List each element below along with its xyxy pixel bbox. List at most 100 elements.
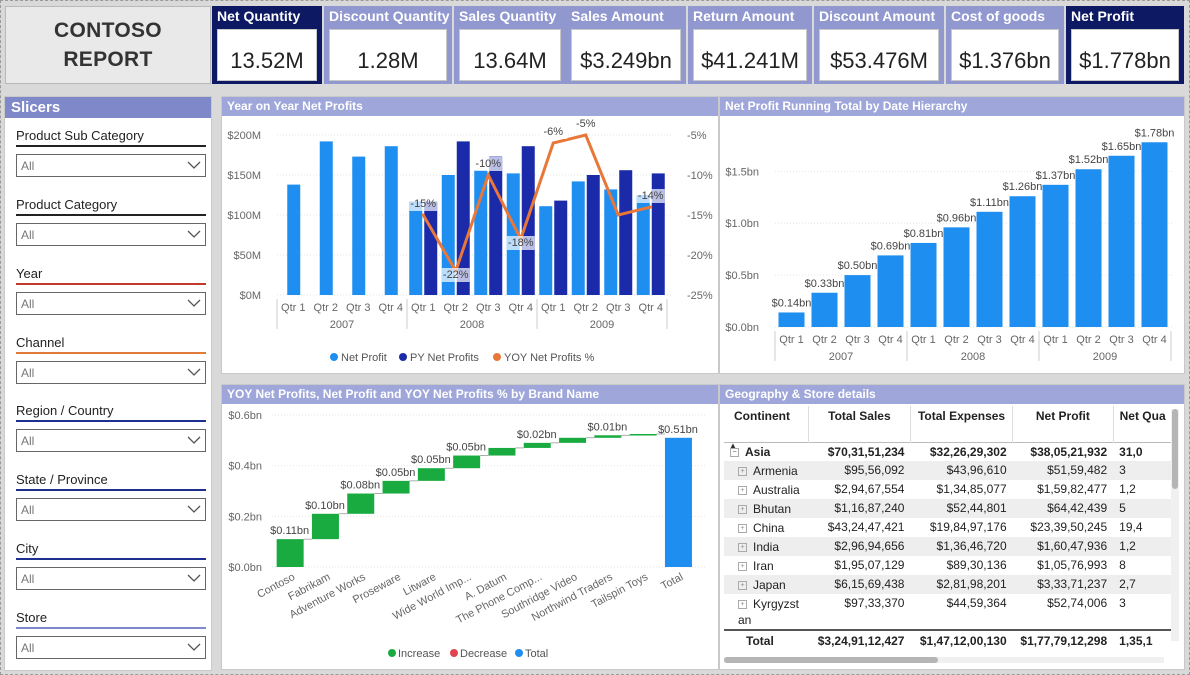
kpi-card-discount-amount[interactable]: Discount Amount $53.476M [814,6,944,84]
chevron-down-icon[interactable] [187,436,201,445]
bar-running-total [976,211,1003,327]
slicer-dropdown[interactable]: All [16,636,206,659]
chevron-down-icon[interactable] [187,574,201,583]
bar-running-total [1042,184,1069,327]
table-row[interactable]: + Japan $6,15,69,438 $2,81,98,201 $3,33,71,2… [724,574,1172,594]
chevron-down-icon[interactable] [187,643,201,652]
slicer-underline [16,627,206,629]
y2-tick-label: -5% [687,130,707,142]
chevron-down-icon[interactable] [187,368,201,377]
chevron-down-icon[interactable] [187,230,201,239]
data-label: $0.33bn [805,278,845,290]
expand-icon[interactable]: + [738,542,747,552]
data-label: -14% [638,190,664,202]
legend-label: Increase [398,648,440,660]
table-row[interactable]: + India $2,96,94,656 $1,36,46,720 $1,60,47,9… [724,536,1172,556]
kpi-card-return-amount[interactable]: Return Amount $41.241M [688,6,812,84]
table-row[interactable]: + Kyrgyzst an $97,33,370 $44,59,364 $52,74,0… [724,594,1172,630]
legend-label: PY Net Profits [410,352,479,364]
expand-icon[interactable]: + [738,504,747,514]
brand-waterfall-chart[interactable]: $0.0bn$0.2bn$0.4bn$0.6bn$0.11bnContoso$0… [222,405,718,669]
slicer-label: Store [16,610,48,625]
row-value-cell: $52,44,801 [946,500,1007,515]
bar-net-profit [539,206,553,295]
panel-yoy-net-profits: Year on Year Net Profits $0M $50M $100M $15… [221,96,719,374]
vertical-scrollbar[interactable] [1171,409,1179,641]
column-header-net-quantity[interactable]: Net Qua [1113,406,1172,442]
y2-tick-label: -10% [687,170,713,182]
row-name-cell: + Armenia [724,461,808,480]
sort-asc-icon[interactable]: ▲ [729,441,737,450]
bar-py-net-profit [619,170,633,295]
total-label: Total [746,634,774,648]
table-row[interactable]: + Australia $2,94,67,554 $1,34,85,077 $1,59,… [724,480,1172,499]
panel-geography: Geography & Store details Continent ▲ Tot… [719,384,1185,670]
table-row[interactable]: + Armenia $95,56,092 $43,96,610 $51,59,482 3 [724,460,1172,480]
table-row[interactable]: + Bhutan $1,16,87,240 $52,44,801 $64,42,439 5 [724,498,1172,518]
expand-icon[interactable]: + [738,561,747,571]
horizontal-scrollbar-thumb[interactable] [724,657,938,663]
kpi-card-sales-amount[interactable]: Sales Amount $3.249bn [566,6,686,84]
bar-running-total [778,312,805,327]
column-header-total-sales[interactable]: Total Sales [808,406,911,442]
geo-table-viewport: Continent ▲ Total Sales Total Expenses Ne… [724,406,1172,674]
kpi-card-cost-of-goods[interactable]: Cost of goods $1.376bn [946,6,1064,84]
slicer-dropdown[interactable]: All [16,567,206,590]
vertical-scrollbar-thumb[interactable] [1172,409,1178,489]
legend-marker [493,353,501,361]
slicer-dropdown[interactable]: All [16,292,206,315]
x-tick-label: Qtr 2 [944,334,968,346]
column-header-net-profit[interactable]: Net Profit [1012,406,1114,442]
table-row[interactable]: + Iran $1,95,07,129 $89,30,136 $1,05,76,993 8 [724,556,1172,575]
column-header-total-expenses[interactable]: Total Expenses [910,406,1014,442]
kpi-card-net-quantity[interactable]: Net Quantity 13.52M [212,6,322,84]
slicer-region-country: Region / Country All [16,403,206,452]
row-value-cell: $44,59,364 [946,595,1007,610]
slicer-label: State / Province [16,472,108,487]
chevron-down-icon[interactable] [187,505,201,514]
expand-icon[interactable]: + [738,485,747,495]
row-value-cell: $2,81,98,201 [936,576,1007,591]
bar-net-profit [352,156,366,295]
slicer-dropdown[interactable]: All [16,154,206,177]
bar-net-profit [319,141,333,295]
row-value-cell: $43,24,47,421 [827,519,905,534]
slicer-dropdown[interactable]: All [16,498,206,521]
table-row[interactable]: + China $43,24,47,421 $19,84,97,176 $23,39,5… [724,518,1172,537]
table-total-row: Total $3,24,91,12,427 $1,47,12,00,130 $1,77… [724,629,1172,652]
column-header-continent[interactable]: Continent ▲ [724,406,809,450]
row-value-cell: $23,39,50,245 [1030,519,1108,534]
kpi-card-discount-quantity[interactable]: Discount Quantity 1.28M [324,6,452,84]
x-tick-label: Qtr 3 [476,302,500,314]
chevron-down-icon[interactable] [187,299,201,308]
kpi-value: $53.476M [819,29,939,81]
kpi-value: $41.241M [693,29,807,81]
slicer-dropdown[interactable]: All [16,223,206,246]
slicer-selected-value: All [21,434,35,448]
x-tick-label: Qtr 1 [281,302,305,314]
y-tick-label: $1.0bn [725,218,759,230]
x-group-label: 2007 [829,351,853,363]
kpi-label: Sales Quantity [459,8,557,24]
group-value: $32,26,29,302 [929,444,1007,459]
expand-icon[interactable]: + [738,580,747,590]
running-total-chart[interactable]: $0.0bn $0.5bn $1.0bn $1.5bn $0.14bn Qtr 1 $0.3… [720,117,1184,373]
expand-icon[interactable]: + [738,523,747,533]
expand-icon[interactable]: + [738,599,747,609]
bar-running-total [1009,196,1036,327]
kpi-card-sales-quantity[interactable]: Sales Quantity 13.64M [454,6,566,84]
x-group-label: 2008 [961,351,985,363]
slicer-dropdown[interactable]: All [16,361,206,384]
slicer-dropdown[interactable]: All [16,429,206,452]
slicer-product-category: Product Category All [16,197,206,246]
kpi-card-net-profit[interactable]: Net Profit $1.778bn [1066,6,1184,84]
data-label: $0.11bn [270,525,309,537]
yoy-net-profits-chart[interactable]: $0M $50M $100M $150M $200M -25% -20% -15% -10% -5… [222,117,718,373]
chevron-down-icon[interactable] [187,161,201,170]
expand-icon[interactable]: + [738,466,747,476]
x-tick-label: Qtr 3 [977,334,1001,346]
kpi-label: Cost of goods [951,8,1046,24]
horizontal-scrollbar[interactable] [724,657,1164,663]
panel-title: Geography & Store details [720,385,1184,404]
table-group-row[interactable]: − Asia $70,31,51,234 $32,26,29,302 $38,05,21… [724,442,1172,461]
